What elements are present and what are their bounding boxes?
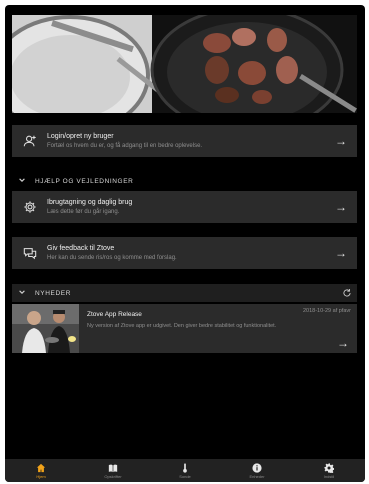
app-frame: Login/opret ny bruger Fortæl os hvem du … — [5, 5, 365, 482]
arrow-right-icon: → — [335, 134, 347, 148]
tab-settings[interactable]: Indstil — [293, 459, 365, 482]
guide-title: Ibrugtagning og daglig brug — [47, 198, 133, 206]
tab-label: Indstil — [323, 473, 335, 479]
gear-icon — [324, 462, 334, 473]
login-card[interactable]: Login/opret ny bruger Fortæl os hvem du … — [12, 125, 357, 157]
news-section-label: NYHEDER — [35, 289, 71, 297]
tab-bar: Hjem Opskrifter Sonde Enheder Indstil — [5, 459, 365, 482]
news-date: 2018-10-29 af pfavr — [302, 308, 351, 314]
help-section-header[interactable]: HJÆLP OG VEJLEDNINGER — [12, 172, 357, 190]
feedback-card[interactable]: Giv feedback til Ztove Her kan du sende … — [12, 237, 357, 269]
tab-probe[interactable]: Sonde — [149, 459, 221, 482]
chat-icon — [17, 237, 43, 269]
tab-label: Opskrifter — [104, 473, 122, 479]
tab-label: Sonde — [179, 473, 191, 479]
tab-recipes[interactable]: Opskrifter — [77, 459, 149, 482]
news-item[interactable]: Ztove App Release 2018-10-29 af pfavr Ny… — [12, 304, 357, 353]
news-section-header[interactable]: NYHEDER — [12, 284, 357, 302]
news-body: Ny version af Ztove app er udgivet. Den … — [87, 323, 277, 329]
home-icon — [36, 463, 46, 472]
login-title: Login/opret ny bruger — [47, 132, 114, 140]
arrow-right-icon: → — [335, 200, 347, 214]
login-subtitle: Fortæl os hvem du er, og få adgang til e… — [47, 142, 203, 149]
guide-subtitle: Læs dette før du går igang. — [47, 208, 120, 215]
tab-devices[interactable]: Enheder — [221, 459, 293, 482]
guide-card[interactable]: Ibrugtagning og daglig brug Læs dette fø… — [12, 191, 357, 223]
news-thumbnail — [12, 304, 79, 353]
feedback-title: Giv feedback til Ztove — [47, 244, 115, 252]
chevron-down-icon — [15, 176, 29, 186]
add-user-icon — [17, 125, 43, 157]
info-icon — [252, 462, 262, 473]
feedback-subtitle: Her kan du sende ris/ros og komme med fo… — [47, 254, 177, 261]
thermometer-icon — [183, 462, 187, 473]
refresh-icon[interactable] — [337, 284, 357, 302]
gear-icon — [17, 191, 43, 223]
chevron-down-icon — [15, 288, 29, 298]
arrow-right-icon: → — [335, 246, 347, 260]
book-icon — [108, 464, 118, 472]
tab-home[interactable]: Hjem — [5, 459, 77, 482]
help-section-label: HJÆLP OG VEJLEDNINGER — [35, 177, 134, 185]
tab-label: Enheder — [249, 473, 265, 479]
hero-image — [12, 15, 357, 113]
arrow-right-icon: → — [337, 336, 349, 350]
news-title: Ztove App Release — [87, 311, 142, 318]
tab-label: Hjem — [36, 473, 46, 479]
